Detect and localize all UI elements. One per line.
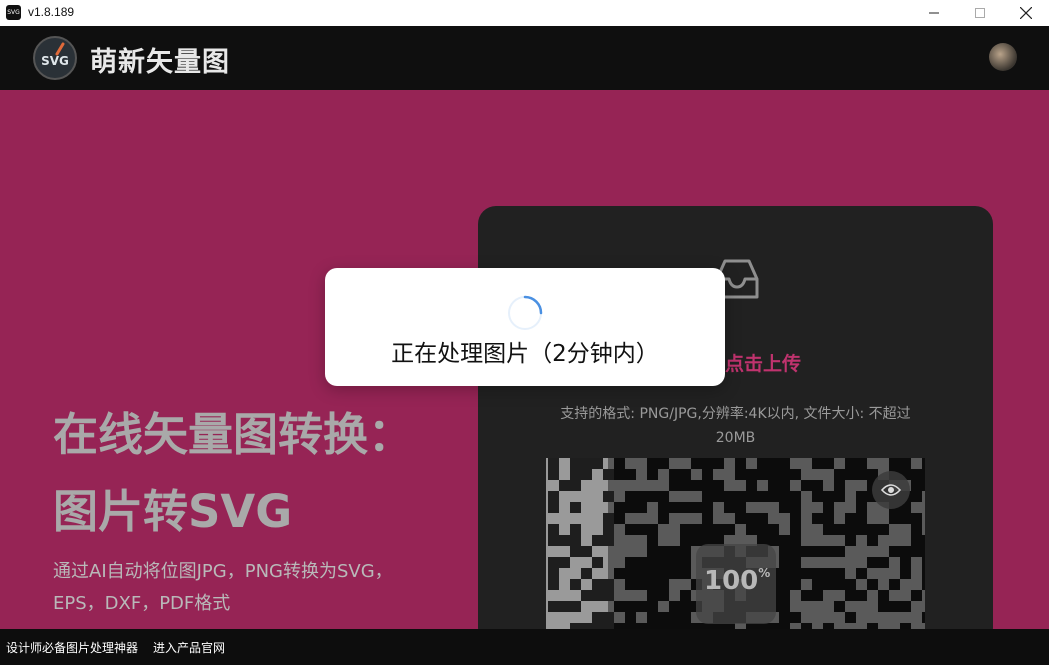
- hero-description: 通过AI自动将位图JPG，PNG转换为SVG，EPS，DXF，PDF格式: [53, 561, 393, 614]
- footer-link-website[interactable]: 进入产品官网: [153, 639, 225, 656]
- preview-toggle-button[interactable]: [872, 471, 910, 509]
- logo-icon[interactable]: SVG: [33, 36, 77, 80]
- minimize-button[interactable]: [911, 0, 957, 26]
- hero-title-line2: 图片转SVG: [53, 485, 293, 538]
- brand-name: 萌新矢量图: [90, 47, 230, 78]
- loading-spinner: [508, 295, 543, 330]
- image-preview: 100%: [546, 458, 925, 646]
- footer-bar: 设计师必备图片处理神器 进入产品官网: [0, 629, 1049, 665]
- close-icon: [1020, 7, 1032, 19]
- maximize-button[interactable]: [957, 0, 1003, 26]
- minimize-icon: [929, 12, 939, 14]
- processing-modal: 正在处理图片（2分钟内）: [325, 268, 725, 386]
- window-titlebar: SVG v1.8.189: [0, 0, 1049, 27]
- upload-action-text[interactable]: 点击上传: [725, 349, 801, 376]
- app-version: v1.8.189: [28, 5, 75, 19]
- hero-title: 在线矢量图转换： 图片转SVG: [53, 396, 473, 550]
- footer-link-tagline[interactable]: 设计师必备图片处理神器: [6, 639, 138, 656]
- eye-icon: [881, 484, 901, 496]
- logo-badge-text: SVG: [41, 54, 69, 68]
- hero-title-line1: 在线矢量图转换：: [53, 408, 414, 461]
- close-button[interactable]: [1003, 0, 1049, 26]
- supported-formats-text: 支持的格式: PNG/JPG,分辨率:4K以内, 文件大小: 不超过20MB: [560, 406, 911, 446]
- avatar[interactable]: [989, 43, 1017, 71]
- progress-badge-value: 100%: [704, 566, 771, 596]
- app-icon: SVG: [6, 5, 21, 20]
- processing-message: 正在处理图片（2分钟内）: [391, 341, 659, 367]
- app-header: SVG 萌新矢量图: [0, 26, 1049, 90]
- maximize-icon: [975, 8, 985, 18]
